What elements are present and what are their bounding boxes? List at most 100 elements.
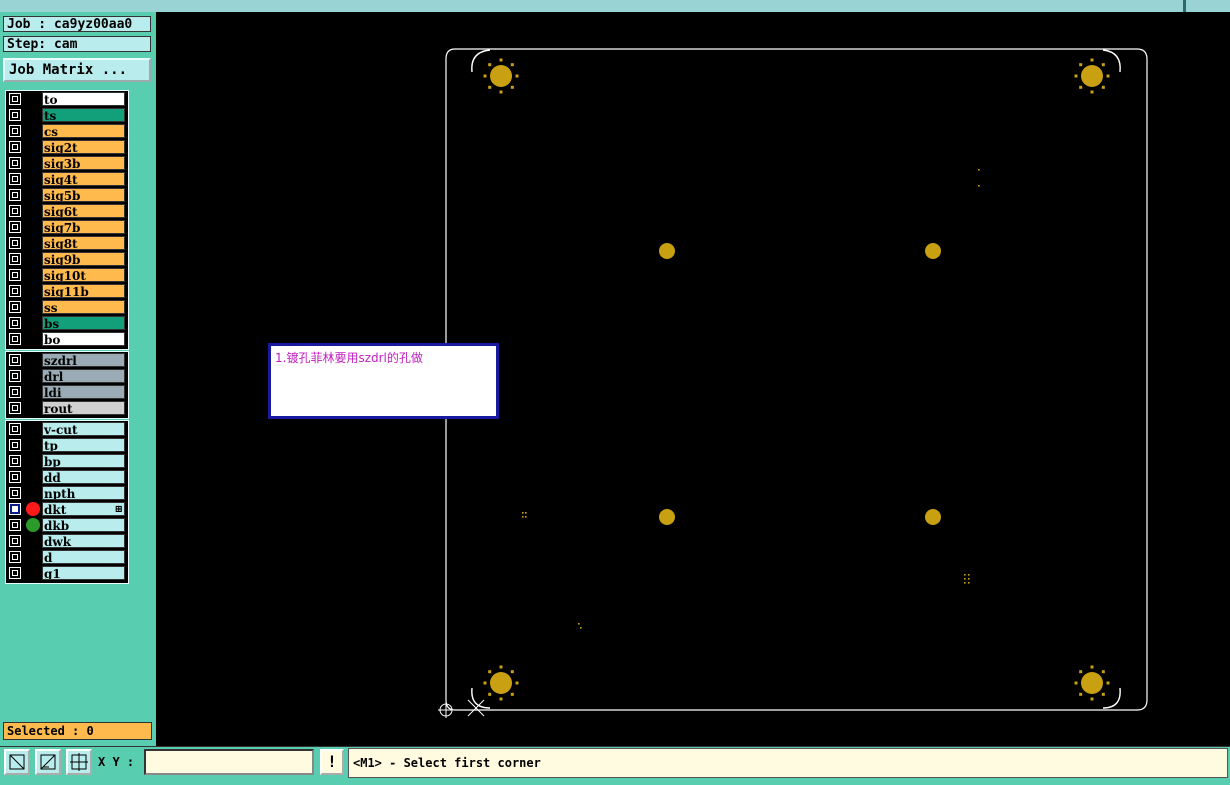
layer-checkbox[interactable] (9, 402, 21, 414)
layer-row-tp[interactable]: tp (6, 437, 128, 453)
layer-row-sig9b[interactable]: sig9b (6, 251, 128, 267)
layer-row-drl[interactable]: drl (6, 368, 128, 384)
measure-button[interactable] (35, 749, 61, 775)
layer-row-sig7b[interactable]: sig7b (6, 219, 128, 235)
layer-name[interactable]: drl (42, 369, 125, 383)
layer-name[interactable]: dkb (42, 518, 125, 532)
layer-row-rout[interactable]: rout (6, 400, 128, 416)
layer-checkbox[interactable] (9, 253, 21, 265)
layer-row-bs[interactable]: bs (6, 315, 128, 331)
layer-row-sig4t[interactable]: sig4t (6, 171, 128, 187)
layer-name[interactable]: tp (42, 438, 125, 452)
layer-checkbox[interactable] (9, 333, 21, 345)
zoom-area-button[interactable] (4, 749, 30, 775)
layer-row-sig11b[interactable]: sig11b (6, 283, 128, 299)
layer-name[interactable]: ss (42, 300, 125, 314)
layer-name[interactable]: sig7b (42, 220, 125, 234)
layer-checkbox[interactable] (9, 237, 21, 249)
layer-checkbox[interactable] (9, 317, 21, 329)
layer-name[interactable]: cs (42, 124, 125, 138)
layer-row-sig8t[interactable]: sig8t (6, 235, 128, 251)
layer-checkbox[interactable] (9, 439, 21, 451)
layer-checkbox[interactable] (9, 93, 21, 105)
layer-checkbox[interactable] (9, 487, 21, 499)
layer-name[interactable]: sig10t (42, 268, 125, 282)
layer-name[interactable]: npth (42, 486, 125, 500)
layer-checkbox[interactable] (9, 109, 21, 121)
layer-name[interactable]: sig5b (42, 188, 125, 202)
layer-row-dkb[interactable]: dkb (6, 517, 128, 533)
layer-checkbox[interactable] (9, 221, 21, 233)
layer-checkbox[interactable] (9, 567, 21, 579)
layer-name[interactable]: sig6t (42, 204, 125, 218)
layer-checkbox[interactable] (9, 471, 21, 483)
layer-name[interactable]: dwk (42, 534, 125, 548)
layer-checkbox[interactable] (9, 157, 21, 169)
layer-checkbox[interactable] (9, 535, 21, 547)
layer-checkbox[interactable] (9, 189, 21, 201)
layer-checkbox[interactable] (9, 551, 21, 563)
layer-checkbox[interactable] (9, 423, 21, 435)
layer-row-dkt[interactable]: dkt ⊞ (6, 501, 128, 517)
layer-name[interactable]: sig3b (42, 156, 125, 170)
layer-row-to[interactable]: to (6, 91, 128, 107)
layer-name[interactable]: sig11b (42, 284, 125, 298)
layer-row-cs[interactable]: cs (6, 123, 128, 139)
layer-name[interactable]: v-cut (42, 422, 125, 436)
layer-row-d[interactable]: d (6, 549, 128, 565)
layer-name[interactable]: to (42, 92, 125, 106)
layer-name[interactable]: rout (42, 401, 125, 415)
job-matrix-button[interactable]: Job Matrix ... (3, 58, 151, 82)
layer-name[interactable]: bo (42, 332, 125, 346)
via-dot (525, 516, 527, 518)
layer-row-ts[interactable]: ts (6, 107, 128, 123)
layer-row-szdrl[interactable]: szdrl (6, 352, 128, 368)
layer-row-g1[interactable]: g1 (6, 565, 128, 581)
layer-checkbox[interactable] (9, 519, 21, 531)
layer-name[interactable]: ts (42, 108, 125, 122)
grid-icon (70, 753, 88, 771)
layer-checkbox[interactable] (9, 455, 21, 467)
selected-count: Selected : 0 (3, 722, 152, 740)
layer-checkbox[interactable] (9, 370, 21, 382)
layer-checkbox[interactable] (9, 173, 21, 185)
layer-checkbox[interactable] (9, 125, 21, 137)
layer-checkbox[interactable] (9, 269, 21, 281)
layer-row-sig3b[interactable]: sig3b (6, 155, 128, 171)
layer-name[interactable]: bs (42, 316, 125, 330)
layer-row-ss[interactable]: ss (6, 299, 128, 315)
layer-name[interactable]: szdrl (42, 353, 125, 367)
layer-name[interactable]: dkt ⊞ (42, 502, 125, 516)
xy-input[interactable] (144, 749, 314, 775)
layer-status-dot (26, 518, 40, 532)
layer-row-npth[interactable]: npth (6, 485, 128, 501)
layer-checkbox[interactable] (9, 301, 21, 313)
layer-checkbox[interactable] (9, 205, 21, 217)
layer-name[interactable]: sig2t (42, 140, 125, 154)
layer-name[interactable]: sig4t (42, 172, 125, 186)
layer-name[interactable]: d (42, 550, 125, 564)
layer-row-v-cut[interactable]: v-cut (6, 421, 128, 437)
layer-checkbox[interactable] (9, 141, 21, 153)
layer-name[interactable]: sig9b (42, 252, 125, 266)
layer-checkbox[interactable] (9, 503, 21, 515)
layer-checkbox[interactable] (9, 354, 21, 366)
layer-row-sig10t[interactable]: sig10t (6, 267, 128, 283)
layer-checkbox[interactable] (9, 285, 21, 297)
layer-row-bp[interactable]: bp (6, 453, 128, 469)
layer-name[interactable]: ldi (42, 385, 125, 399)
layer-name[interactable]: dd (42, 470, 125, 484)
layer-name[interactable]: bp (42, 454, 125, 468)
layer-row-sig6t[interactable]: sig6t (6, 203, 128, 219)
layer-row-ldi[interactable]: ldi (6, 384, 128, 400)
layer-row-dd[interactable]: dd (6, 469, 128, 485)
layer-row-sig2t[interactable]: sig2t (6, 139, 128, 155)
layer-name[interactable]: sig8t (42, 236, 125, 250)
layer-row-dwk[interactable]: dwk (6, 533, 128, 549)
layer-name[interactable]: g1 (42, 566, 125, 580)
alert-button[interactable]: ! (320, 749, 344, 775)
layer-checkbox[interactable] (9, 386, 21, 398)
layer-row-bo[interactable]: bo (6, 331, 128, 347)
layer-row-sig5b[interactable]: sig5b (6, 187, 128, 203)
grid-button[interactable] (66, 749, 92, 775)
